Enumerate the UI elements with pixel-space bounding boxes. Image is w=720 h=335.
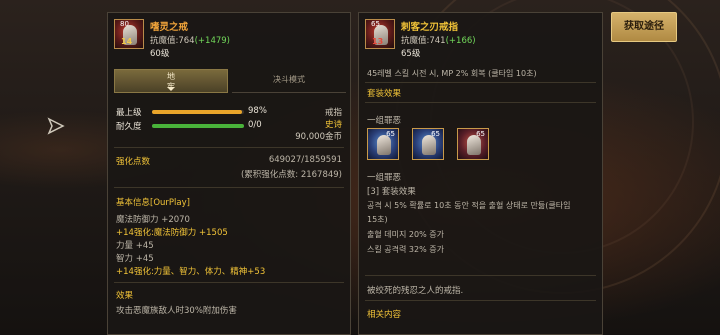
send-arrow-icon[interactable] <box>46 116 66 136</box>
item-stat: 抗魔值:764(+1479) <box>150 34 230 46</box>
flavor-text: 被绞死的残忍之人的戒指. <box>367 286 464 296</box>
item-level: 65级 <box>401 49 421 59</box>
set-items: 65 65 65 <box>367 128 507 162</box>
set-figure-icon <box>422 135 436 155</box>
skill-cooldown-text: 45레벨 스킬 시전 시, MP 2% 회복 (쿨타임 10초) <box>367 69 537 78</box>
tab-duel[interactable]: 决斗模式 <box>232 69 346 93</box>
item-tooltip-right: 65 13 刺客之刃戒指 抗魔值:741(+166) 65级 45레벨 스킬 시… <box>358 12 603 335</box>
divider <box>114 147 344 148</box>
item-stat: 抗魔值:741(+166) <box>401 34 476 46</box>
divider <box>365 275 596 276</box>
basic-line: 智力 +45 <box>116 254 154 264</box>
basic-line: 力量 +45 <box>116 241 154 251</box>
icon-level: 80 <box>120 20 129 28</box>
item-header: 65 13 刺客之刃戒指 抗魔值:741(+166) 65级 <box>359 13 602 61</box>
durability-bar <box>152 124 244 128</box>
set-figure-icon <box>377 135 391 155</box>
item-price: 90,000金币 <box>295 132 342 142</box>
set-item-icon[interactable]: 65 <box>412 128 444 160</box>
quality-bar-fill <box>152 110 243 114</box>
set-effect-line: 스킬 공격력 32% 증가 <box>367 245 444 254</box>
set-effect-line: 15초) <box>367 215 388 224</box>
effect-title: 效果 <box>116 291 134 301</box>
quality-bar <box>152 110 244 114</box>
divider <box>365 300 596 301</box>
tab-dungeon[interactable]: 地 牢 <box>114 69 228 93</box>
quality-label: 最上级 <box>116 108 142 118</box>
icon-enhance: 14 <box>121 37 133 46</box>
set-effect-title: 套装效果 <box>367 89 402 99</box>
set-item-icon[interactable]: 65 <box>367 128 399 160</box>
item-type: 戒指 <box>324 108 342 118</box>
enhance-points-title: 强化点数 <box>116 157 151 167</box>
item-name: 刺客之刃戒指 <box>401 22 459 33</box>
item-tooltip-left: 80 14 嗜灵之戒 抗魔值:764(+1479) 60级 地 牢 决斗模式 最… <box>107 12 351 335</box>
tab-dungeon-label-1: 地 <box>167 72 175 81</box>
mode-tabs: 地 牢 决斗模式 <box>114 69 346 93</box>
divider <box>365 82 596 83</box>
ring-item-icon: 65 13 <box>365 19 395 49</box>
stat-bonus: (+1479) <box>194 36 230 46</box>
divider <box>114 282 344 283</box>
ring-item-icon: 80 14 <box>114 19 144 49</box>
icon-enhance: 13 <box>372 37 384 46</box>
durability-label: 耐久度 <box>116 122 142 132</box>
divider <box>365 102 596 103</box>
set-effect-line: 출혈 데미지 20% 증가 <box>367 230 444 239</box>
set-name: 一组罪恶 <box>367 116 402 126</box>
related-content-title[interactable]: 相关内容 <box>367 308 401 320</box>
set-count: [3] 套装效果 <box>367 187 416 197</box>
stat-bonus: (+166) <box>445 36 476 46</box>
item-level: 60级 <box>150 49 170 59</box>
basic-line: 魔法防御力 +2070 <box>116 215 190 225</box>
stat-label: 抗魔值:764 <box>150 36 195 46</box>
set-item-level: 65 <box>431 130 440 138</box>
basic-info-title: 基本信息[OurPlay] <box>116 198 190 208</box>
basic-line: +14强化:魔法防御力 +1505 <box>116 228 228 238</box>
item-name: 嗜灵之戒 <box>150 22 189 33</box>
stat-label: 抗魔值:741 <box>401 36 446 46</box>
durability-bar-fill <box>152 124 244 128</box>
basic-line: +14强化:力量、智力、体力、精神+53 <box>116 267 266 277</box>
durability-value: 0/0 <box>248 120 262 130</box>
set-item-level: 65 <box>476 130 485 138</box>
quality-row: 最上级 98% <box>116 106 346 118</box>
item-rarity: 史诗 <box>324 120 342 130</box>
set-item-icon[interactable]: 65 <box>457 128 489 160</box>
tab-indicator-icon <box>167 87 175 91</box>
set-item-level: 65 <box>386 130 395 138</box>
icon-level: 65 <box>371 20 380 28</box>
acquire-method-button[interactable]: 获取途径 <box>611 12 677 42</box>
set-figure-icon <box>467 135 481 155</box>
quality-value: 98% <box>248 106 267 116</box>
set-name-secondary: 一组罪恶 <box>367 173 402 183</box>
enhance-points-total: (累积强化点数: 2167849) <box>240 170 342 180</box>
enhance-points-value: 649027/1859591 <box>268 155 342 165</box>
set-effect-line: 공격 시 5% 확률로 10초 동안 적을 출혈 상태로 만듦(쿨타임 <box>367 201 571 210</box>
item-header: 80 14 嗜灵之戒 抗魔值:764(+1479) 60级 <box>108 13 350 61</box>
effect-text: 攻击恶魔族敌人时30%附加伤害 <box>116 306 237 316</box>
divider <box>114 187 344 188</box>
